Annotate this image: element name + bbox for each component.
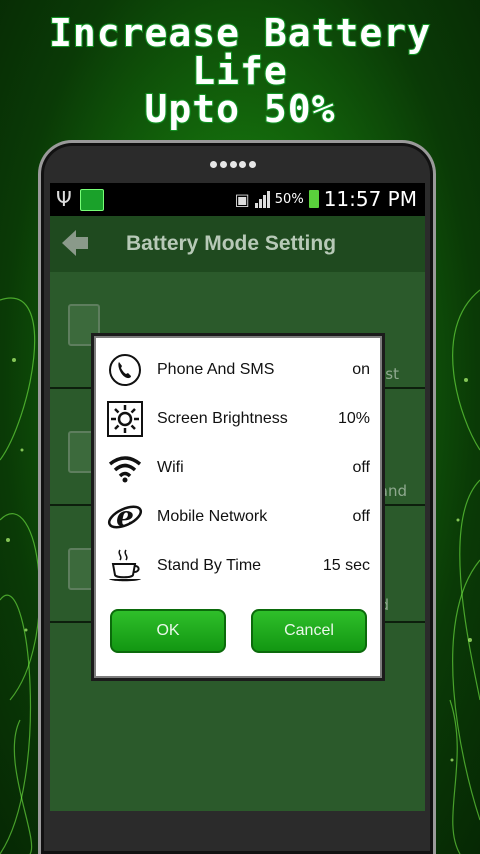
setting-row-phone: Phone And SMS on — [106, 350, 370, 390]
vibrate-icon: ▣ — [234, 189, 250, 209]
battery-mode-dialog: Phone And SMS on Screen Brightness 10% W… — [94, 336, 382, 678]
usb-icon: Ψ — [56, 187, 72, 211]
setting-value: on — [352, 361, 370, 378]
battery-app-icon — [80, 189, 104, 211]
setting-label: Wifi — [157, 459, 184, 476]
wifi-icon — [106, 449, 144, 487]
mode-description: and — [378, 482, 407, 500]
setting-row-wifi: Wifi off — [106, 448, 370, 488]
phone-icon — [106, 351, 144, 389]
setting-value: off — [352, 459, 371, 476]
setting-label: Screen Brightness — [157, 410, 288, 427]
phone-speaker — [210, 161, 256, 169]
setting-row-mobile-network: e Mobile Network off — [106, 497, 370, 537]
svg-text:e: e — [116, 500, 134, 533]
signal-icon — [254, 190, 270, 208]
setting-label: Stand By Time — [157, 557, 262, 574]
cancel-button[interactable]: Cancel — [251, 609, 367, 653]
setting-label: Phone And SMS — [157, 361, 275, 378]
battery-icon — [308, 190, 319, 208]
promo-line-3: Upto 50% — [143, 87, 336, 131]
ok-button[interactable]: OK — [110, 609, 226, 653]
battery-percent: 50% — [274, 191, 304, 207]
brightness-icon — [106, 400, 144, 438]
page-title: Battery Mode Setting — [126, 232, 337, 255]
setting-row-brightness: Screen Brightness 10% — [106, 399, 370, 439]
setting-value: 10% — [337, 410, 370, 427]
app-bar: Battery Mode Setting — [50, 216, 425, 272]
back-arrow-icon[interactable] — [58, 226, 92, 260]
setting-value: off — [352, 508, 371, 525]
status-bar: Ψ ▣ 50% 11:57 PM — [50, 183, 425, 216]
setting-label: Mobile Network — [157, 508, 268, 525]
setting-row-standby: Stand By Time 15 sec — [106, 546, 370, 586]
mobile-network-icon: e — [106, 498, 144, 536]
setting-value: 15 sec — [322, 557, 370, 574]
promo-line-1: Increase Battery — [48, 11, 432, 55]
coffee-cup-icon — [106, 547, 144, 585]
clock: 11:57 PM — [323, 187, 417, 211]
promo-line-2: Life — [191, 49, 288, 93]
status-right: ▣ 50% 11:57 PM — [235, 187, 417, 211]
promo-headline: Increase Battery Life Upto 50% — [0, 11, 480, 131]
